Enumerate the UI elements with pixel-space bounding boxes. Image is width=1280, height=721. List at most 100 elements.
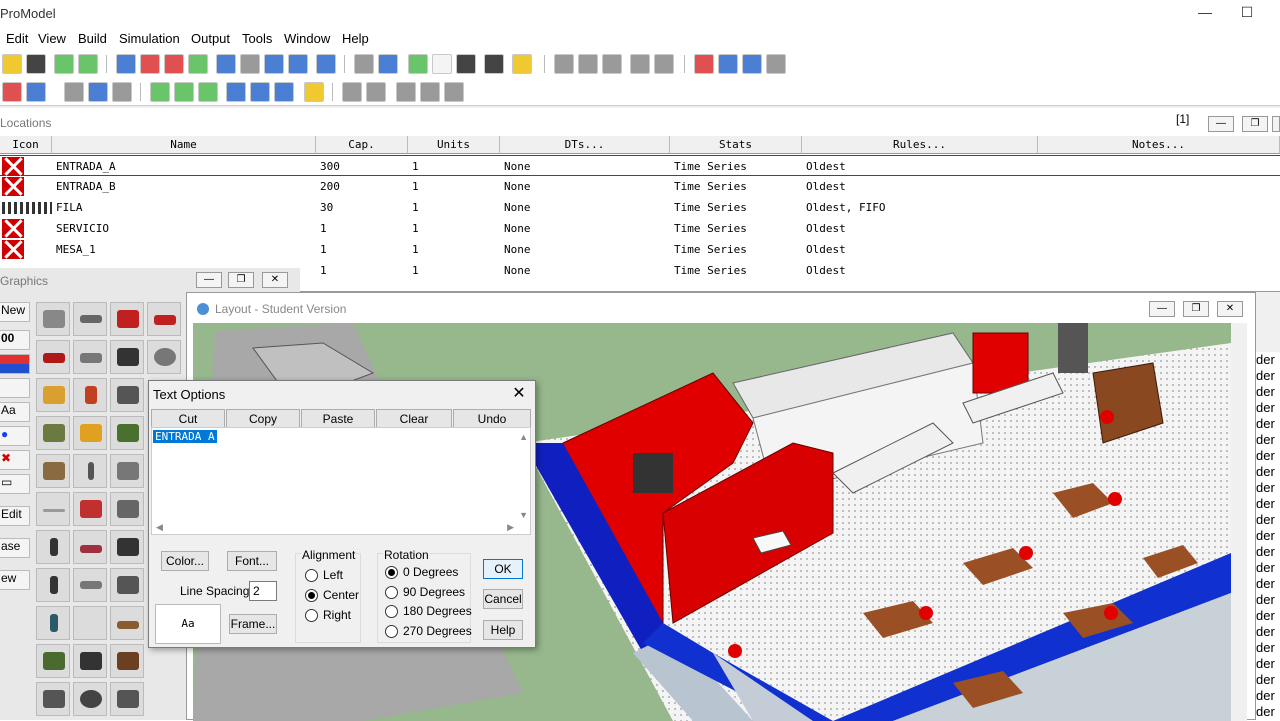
layout-vertical-scrollbar[interactable] (1231, 323, 1247, 721)
close-icon[interactable]: ✕ (509, 384, 529, 404)
zoom-out-icon[interactable] (602, 54, 622, 74)
shifts-icon[interactable] (396, 82, 416, 102)
van-graphic-icon[interactable] (73, 340, 107, 374)
cell-rules[interactable]: Oldest, FIFO (802, 197, 1038, 218)
tanks-icon[interactable] (444, 82, 464, 102)
locations-close-button[interactable] (1272, 116, 1280, 132)
conveyor-graphic-icon[interactable] (36, 302, 70, 336)
minimize-button[interactable]: — (1190, 4, 1220, 24)
text-tool-button[interactable]: Aa (0, 402, 30, 422)
green-machine-graphic-icon[interactable] (110, 416, 144, 450)
layout-restore-button[interactable]: ❐ (1183, 301, 1209, 317)
cell-notes[interactable] (1038, 176, 1280, 197)
cell-stats[interactable]: Time Series (670, 156, 802, 177)
cell-units[interactable]: 1 (408, 197, 500, 218)
help-button[interactable]: Help (483, 620, 523, 640)
rotation-270-radio[interactable]: 270 Degrees (385, 624, 472, 638)
color-swatch-icon[interactable] (0, 354, 30, 374)
cell-dts[interactable]: None (500, 260, 670, 281)
cell-units[interactable]: 1 (408, 156, 500, 177)
locations-minimize-button[interactable]: — (1208, 116, 1234, 132)
arrivals-icon[interactable] (366, 82, 386, 102)
cell-rules[interactable]: Oldest (802, 156, 1038, 177)
cut-button[interactable]: Cut (151, 409, 225, 429)
scroll-down-icon[interactable]: ▼ (519, 510, 528, 520)
rotation-90-radio[interactable]: 90 Degrees (385, 585, 465, 599)
platform-graphic-icon[interactable] (73, 530, 107, 564)
graphics-restore-button[interactable]: ❐ (228, 272, 254, 288)
shield-icon[interactable] (116, 54, 136, 74)
table-graphic-icon[interactable] (110, 606, 144, 640)
macros-icon[interactable] (226, 82, 246, 102)
col-cap[interactable]: Cap. (316, 136, 408, 154)
scroll-right-icon[interactable]: ▶ (507, 522, 514, 533)
cell-units[interactable]: 1 (408, 239, 500, 260)
chair-graphic-icon[interactable] (110, 340, 144, 374)
red-machine-graphic-icon[interactable] (73, 492, 107, 526)
cell-dts[interactable]: None (500, 156, 670, 177)
graphics-minimize-button[interactable]: — (196, 272, 222, 288)
delete-x-icon[interactable]: ✖ (0, 450, 30, 470)
cell-notes[interactable] (1038, 197, 1280, 218)
zoom-in-icon[interactable] (578, 54, 598, 74)
fill-color-icon[interactable]: ● (0, 426, 30, 446)
rotation-180-radio[interactable]: 180 Degrees (385, 604, 472, 618)
copy-button[interactable]: Copy (226, 409, 300, 429)
cell-name[interactable]: ENTRADA_A (52, 156, 316, 177)
frame-icon[interactable]: ▭ (0, 474, 30, 494)
results-icon[interactable] (512, 54, 532, 74)
truck-graphic-icon[interactable] (73, 302, 107, 336)
col-notes[interactable]: Notes... (1038, 136, 1280, 154)
walker-graphic-icon[interactable] (36, 568, 70, 602)
clear-button[interactable]: Clear (376, 409, 452, 429)
tractor-graphic-icon[interactable] (36, 682, 70, 716)
align-right-radio[interactable]: Right (305, 608, 351, 622)
line-spacing-input[interactable]: 2 (249, 581, 277, 601)
cell-cap[interactable]: 1 (316, 260, 408, 281)
run-icon[interactable] (408, 54, 428, 74)
table-row[interactable]: FILA 30 1 None Time Series Oldest, FIFO (0, 197, 1280, 218)
robot-graphic-icon[interactable] (110, 378, 144, 412)
find-icon[interactable] (654, 54, 674, 74)
rail-graphic-icon[interactable] (36, 492, 70, 526)
cell-rules[interactable]: Oldest (802, 218, 1038, 239)
cell-units[interactable]: 1 (408, 260, 500, 281)
layout-minimize-button[interactable]: — (1149, 301, 1175, 317)
crane-graphic-icon[interactable] (73, 454, 107, 488)
menu-build[interactable]: Build (78, 31, 107, 46)
attributes-icon[interactable] (150, 82, 170, 102)
windows-icon[interactable] (378, 54, 398, 74)
cell-stats[interactable]: Time Series (670, 260, 802, 281)
worker-graphic-icon[interactable] (73, 378, 107, 412)
color-button[interactable]: Color... (161, 551, 209, 571)
align-center-radio[interactable]: Center (305, 588, 359, 602)
desk-graphic-icon[interactable] (110, 454, 144, 488)
disc-graphic-icon[interactable] (147, 340, 181, 374)
animation-icon[interactable] (694, 54, 714, 74)
layout-close-button[interactable]: ✕ (1217, 301, 1243, 317)
open-icon[interactable] (2, 54, 22, 74)
save-icon[interactable] (26, 54, 46, 74)
cell-name[interactable]: SERVICIO (52, 218, 316, 239)
menu-output[interactable]: Output (191, 31, 230, 46)
cell-units[interactable]: 1 (408, 218, 500, 239)
scroll-left-icon[interactable]: ◀ (156, 522, 163, 533)
cell-name[interactable]: ENTRADA_B (52, 176, 316, 197)
line-style-icon[interactable] (0, 378, 30, 398)
box-graphic-icon[interactable] (36, 378, 70, 412)
blank-graphic-icon[interactable] (73, 606, 107, 640)
cell-cap[interactable]: 1 (316, 239, 408, 260)
cell-cap[interactable]: 200 (316, 176, 408, 197)
locations-restore-button[interactable]: ❐ (1242, 116, 1268, 132)
cell-cap[interactable]: 300 (316, 156, 408, 177)
back-arrow-icon[interactable] (164, 54, 184, 74)
erase-graphic-button[interactable]: ase (0, 538, 30, 558)
saw-graphic-icon[interactable] (110, 568, 144, 602)
triangle-icon[interactable] (742, 54, 762, 74)
options-icon[interactable] (354, 54, 374, 74)
selected-text[interactable]: ENTRADA A (153, 430, 217, 443)
subroutines-icon[interactable] (250, 82, 270, 102)
undo-button[interactable]: Undo (453, 409, 531, 429)
cell-notes[interactable] (1038, 260, 1280, 281)
forward-arrow-icon[interactable] (188, 54, 208, 74)
